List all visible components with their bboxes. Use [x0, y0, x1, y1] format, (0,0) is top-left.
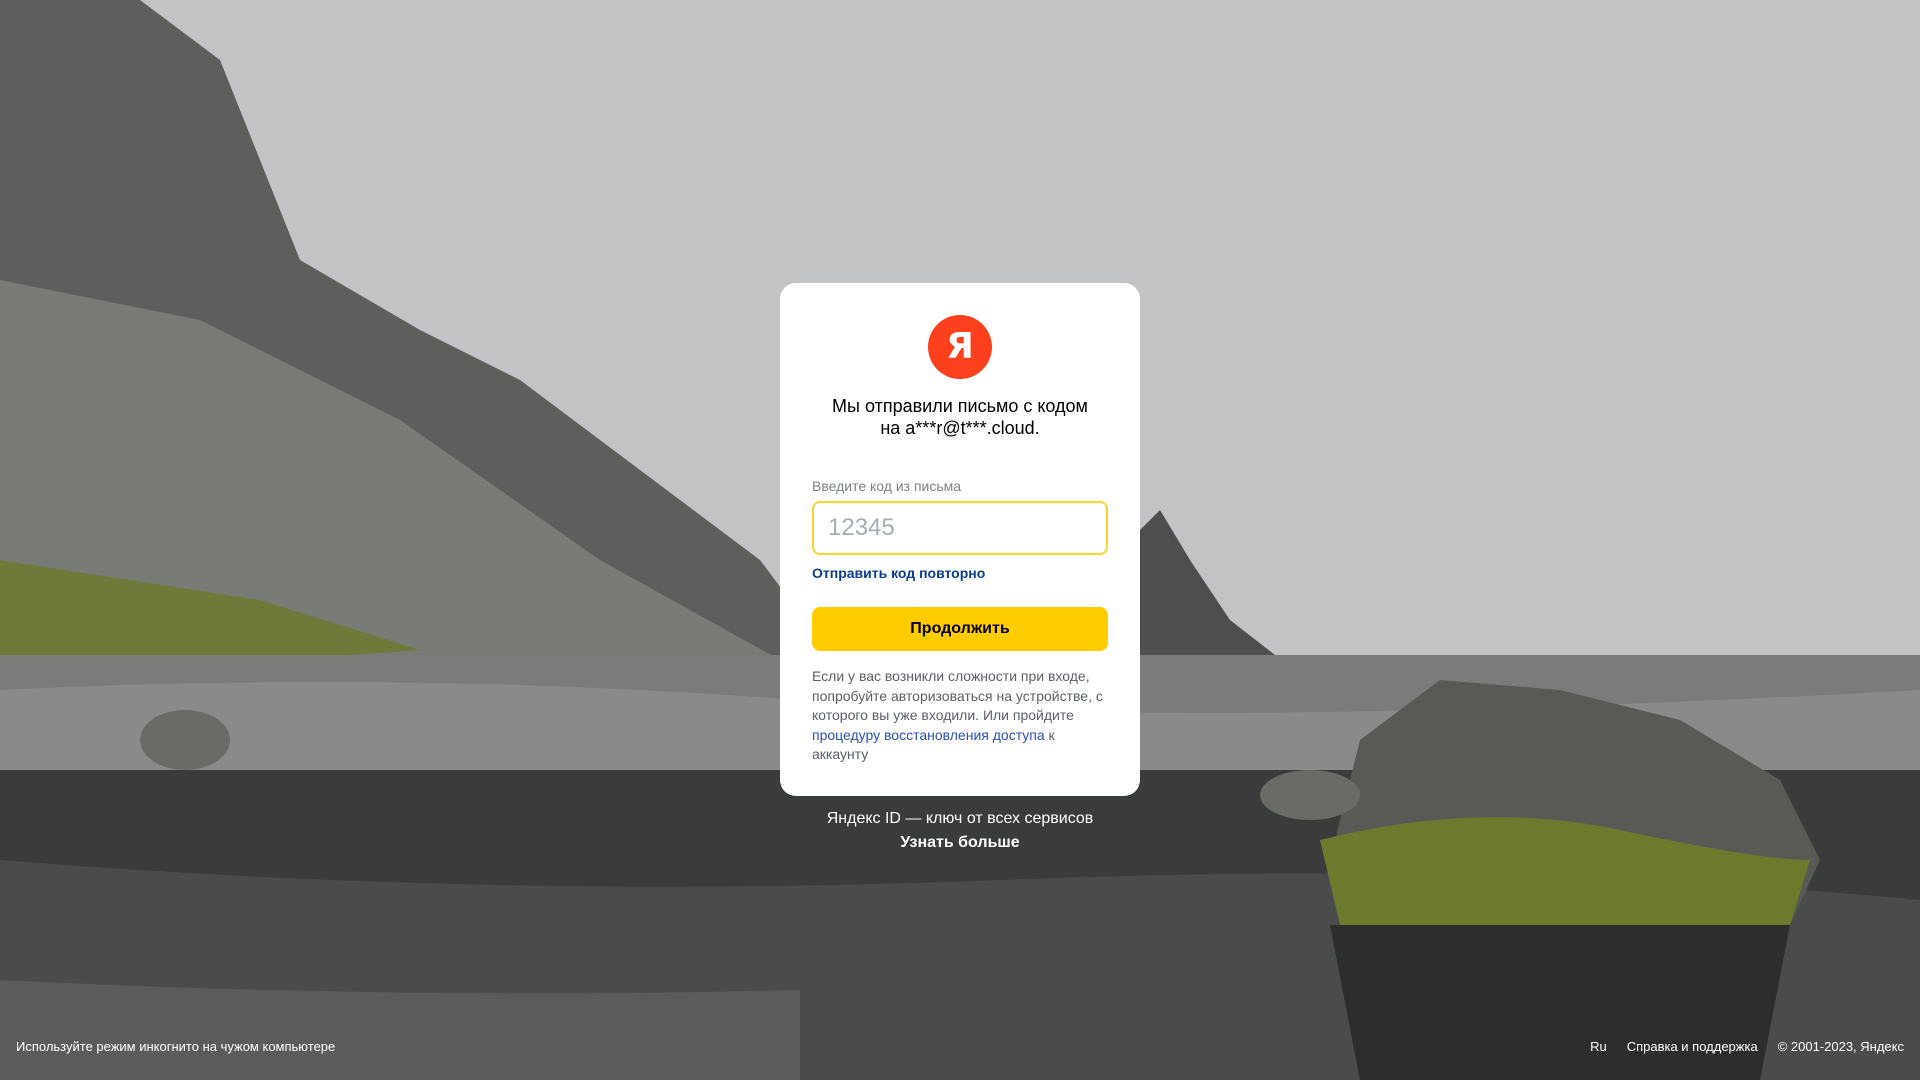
help-text: Если у вас возникли сложности при входе,… [812, 667, 1110, 765]
learn-more-link[interactable]: Узнать больше [780, 834, 1140, 852]
help-text-before: Если у вас возникли сложности при входе,… [812, 668, 1103, 723]
resend-code-link[interactable]: Отправить код повторно [812, 565, 985, 581]
continue-button[interactable]: Продолжить [812, 607, 1108, 651]
incognito-tip: Используйте режим инкогнито на чужом ком… [16, 1039, 336, 1054]
code-input[interactable] [812, 501, 1108, 555]
card-title: Мы отправили письмо с кодом на a***r@t**… [804, 395, 1116, 439]
title-line-2: на a***r@t***.cloud. [880, 418, 1040, 438]
code-field-label: Введите код из письма [812, 478, 962, 494]
recovery-link[interactable]: процедуру восстановления доступа [812, 727, 1045, 743]
login-card: Я Мы отправили письмо с кодом на a***r@t… [780, 283, 1140, 796]
language-switcher[interactable]: Ru [1590, 1039, 1607, 1054]
support-link[interactable]: Справка и поддержка [1627, 1039, 1758, 1054]
copyright-link[interactable]: © 2001-2023, Яндекс [1778, 1039, 1904, 1054]
yandex-logo-icon[interactable]: Я [928, 315, 992, 379]
title-line-1: Мы отправили письмо с кодом [832, 396, 1088, 416]
footer-links: Ru Справка и поддержка © 2001-2023, Янде… [1590, 1039, 1904, 1054]
promo-text: Яндекс ID — ключ от всех сервисов [826, 810, 1094, 827]
logo-letter: Я [946, 326, 974, 367]
